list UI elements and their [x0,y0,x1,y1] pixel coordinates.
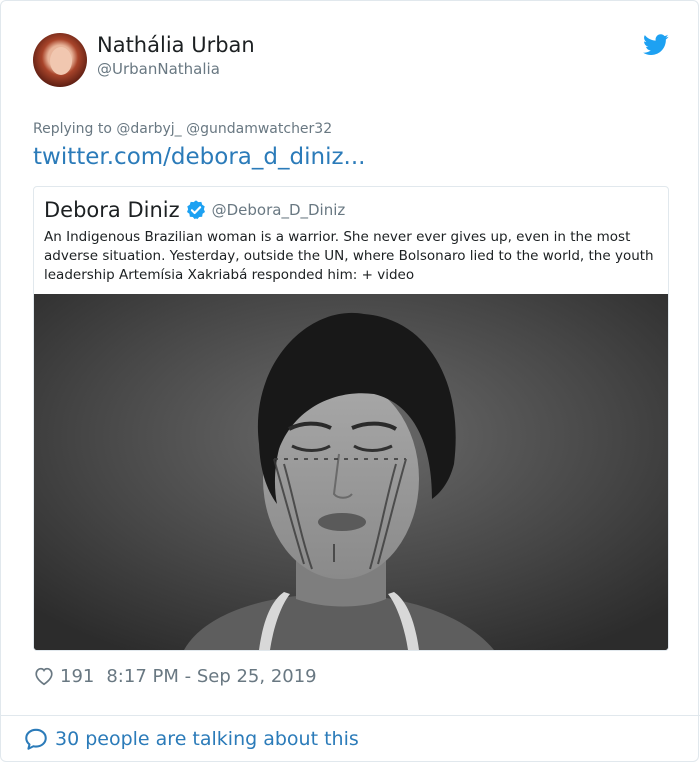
tweet-timestamp[interactable]: 8:17 PM - Sep 25, 2019 [106,666,316,687]
quoted-tweet-text: An Indigenous Brazilian woman is a warri… [44,229,654,283]
video-thumbnail[interactable] [34,294,668,650]
quoted-tweet-header: Debora Diniz @Debora_D_Diniz [44,196,345,224]
like-count[interactable]: 191 [60,666,94,687]
tweet-link[interactable]: twitter.com/debora_d_diniz... [33,144,365,170]
tweet-card: Nathália Urban @UrbanNathalia Replying t… [0,0,700,762]
author-handle[interactable]: @UrbanNathalia [97,60,220,78]
heart-icon[interactable] [33,665,55,687]
divider [1,715,700,716]
quoted-author-name[interactable]: Debora Diniz [44,198,180,222]
conversation-count-text[interactable]: 30 people are talking about this [55,728,359,750]
conversation-link[interactable]: 30 people are talking about this [23,726,359,752]
author-avatar[interactable] [33,33,87,87]
replying-to-text: Replying to @darbyj_ @gundamwatcher32 [33,121,333,137]
twitter-bird-icon[interactable] [643,34,669,56]
speech-bubble-icon [25,728,47,750]
tweet-footer: 191 8:17 PM - Sep 25, 2019 [33,664,317,688]
quoted-author-handle[interactable]: @Debora_D_Diniz [212,201,346,219]
verified-badge-icon [186,200,205,220]
author-name[interactable]: Nathália Urban [97,33,255,57]
quoted-tweet[interactable]: Debora Diniz @Debora_D_Diniz An Indigeno… [33,186,669,651]
